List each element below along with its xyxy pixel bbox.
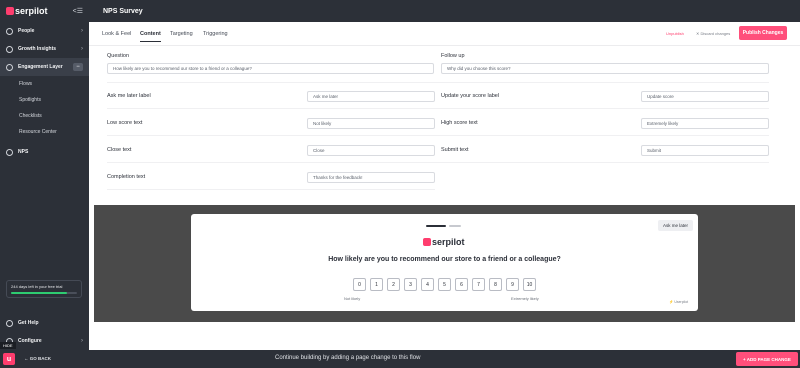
score-option[interactable]: 2 [387,278,400,291]
question-label: Question [107,53,130,59]
logo-mark-icon [6,7,14,15]
score-option[interactable]: 7 [472,278,485,291]
ask-me-later-button[interactable]: Ask me later [658,220,693,231]
divider [107,135,769,136]
sidebar-item-label: NPS [18,149,29,155]
chevron-right-icon: › [81,46,83,52]
completion-input[interactable]: Thanks for the feedback! [307,172,435,183]
divider [107,189,435,190]
score-option[interactable]: 10 [523,278,536,291]
sidebar-item-engagement-layer[interactable]: Engagement Layer − [0,58,89,76]
tab-look-and-feel[interactable]: Look & Feel [102,31,131,41]
score-option[interactable]: 9 [506,278,519,291]
hide-button[interactable]: HIDE [0,342,16,349]
update-score-input[interactable]: Update score [641,91,769,102]
tab-triggering[interactable]: Triggering [203,31,228,41]
divider [107,82,769,83]
go-back-button[interactable]: ← GO BACK [24,356,51,361]
divider [107,162,769,163]
tabs-row: Look & Feel Content Targeting Triggering… [89,22,800,46]
trial-progress-fill [11,292,68,294]
trial-progress-bar [11,292,77,294]
sidebar-subitem-flows[interactable]: Flows [0,76,89,92]
trial-text: 244 days left in your free trial [11,284,63,289]
survey-preview: Ask me later serpilot How likely are you… [94,205,795,322]
score-option[interactable]: 0 [353,278,366,291]
followup-input[interactable]: Why did you choose this score? [441,63,769,74]
powered-by-badge: ⚡ Userpilot [669,300,689,304]
followup-label: Follow up [441,53,465,59]
close-label: Close text [107,147,132,153]
userpilot-logo-icon[interactable]: u [3,353,15,365]
card-logo: serpilot [423,237,465,247]
score-option[interactable]: 3 [404,278,417,291]
collapse-sidebar-icon[interactable]: <☰ [73,7,83,15]
sidebar-item-nps[interactable]: NPS [0,143,89,161]
logo-row: serpilot <☰ [0,0,89,22]
bottom-message: Continue building by adding a page chang… [275,355,421,361]
collapse-group-button[interactable]: − [73,63,83,71]
sidebar-item-growth-insights[interactable]: Growth Insights › [0,40,89,58]
bottom-bar: u ← GO BACK Continue building by adding … [0,350,800,368]
brand-logo[interactable]: serpilot [6,6,48,16]
layers-icon [6,63,13,71]
score-option[interactable]: 6 [455,278,468,291]
divider [107,108,769,109]
sidebar-item-label: Get Help [18,320,39,326]
sidebar-item-label: People [18,28,35,34]
publish-changes-button[interactable]: Publish Changes [739,26,787,40]
question-input[interactable]: How likely are you to recommend our stor… [107,63,434,74]
nps-icon [6,148,13,156]
sidebar-subitem-resource-center[interactable]: Resource Center [0,124,89,140]
submit-label: Submit text [441,147,469,153]
nps-question: How likely are you to recommend our stor… [328,256,561,263]
sidebar-item-label: Configure [18,338,42,344]
top-bar: NPS Survey [89,0,800,22]
score-scale: 0 1 2 3 4 5 6 7 8 9 10 [353,278,536,291]
ask-later-label: Ask me later label [107,93,151,99]
sidebar-item-people[interactable]: People › [0,22,89,40]
scale-low-label: Not likely [344,296,361,301]
completion-label: Completion text [107,174,146,180]
score-option[interactable]: 1 [370,278,383,291]
sidebar-item-label: Engagement Layer [18,64,63,70]
step-dot-active [426,225,446,227]
nps-card: Ask me later serpilot How likely are you… [191,214,698,311]
submit-input[interactable]: Submit [641,145,769,156]
sidebar-item-label: Growth Insights [18,46,57,52]
low-score-label: Low score text [107,120,143,126]
content-form: Question How likely are you to recommend… [89,46,800,204]
update-score-label: Update your score label [441,93,500,99]
chevron-right-icon: › [81,28,83,34]
logo-text: serpilot [15,6,48,16]
score-option[interactable]: 5 [438,278,451,291]
sidebar-subitem-spotlights[interactable]: Spotlights [0,92,89,108]
score-option[interactable]: 4 [421,278,434,291]
ask-later-input[interactable]: Ask me later [307,91,435,102]
score-option[interactable]: 8 [489,278,502,291]
close-input[interactable]: Close [307,145,435,156]
low-score-input[interactable]: Not likely [307,118,435,129]
chevron-right-icon: › [81,338,83,344]
discard-changes-link[interactable]: ✕ Discard changes [696,31,730,36]
add-page-change-button[interactable]: + ADD PAGE CHANGE [736,352,798,366]
sidebar: serpilot <☰ People › Growth Insights › E… [0,0,89,350]
step-indicator [426,225,461,227]
help-icon [6,319,13,327]
logo-mark-icon [423,238,431,246]
sidebar-subitem-checklists[interactable]: Checklists [0,108,89,124]
sidebar-item-get-help[interactable]: Get Help [0,314,89,332]
page-title: NPS Survey [103,7,143,15]
step-dot [449,225,461,227]
chart-icon [6,45,13,53]
trial-box: 244 days left in your free trial [6,280,82,298]
logo-text: serpilot [432,237,465,247]
high-score-label: High score text [441,120,478,126]
people-icon [6,27,13,35]
tab-content[interactable]: Content [140,31,161,42]
unpublish-link[interactable]: Unpublish [666,31,684,36]
scale-high-label: Extremely likely [511,296,539,301]
high-score-input[interactable]: Extremely likely [641,118,769,129]
tab-targeting[interactable]: Targeting [170,31,193,41]
